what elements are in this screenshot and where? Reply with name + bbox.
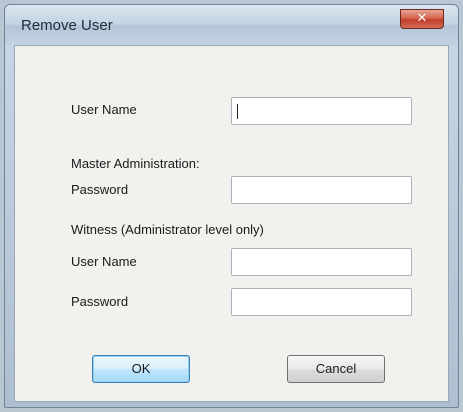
dialog-body: User Name Master Administration: Passwor… [14,45,449,402]
ok-button[interactable]: OK [92,355,190,383]
master-password-input[interactable] [231,176,412,204]
text-caret [237,104,238,119]
remove-user-dialog: Remove User ✕ User Name Master Administr… [4,4,459,408]
witness-password-input[interactable] [231,288,412,316]
window-title: Remove User [21,17,113,34]
user-name-label: User Name [71,102,137,117]
master-password-label: Password [71,182,129,197]
witness-user-name-label: User Name [71,254,137,269]
witness-section-label: Witness (Administrator level only) [71,222,264,237]
master-administration-label: Master Administration: [71,156,200,171]
witness-password-label: Password [71,294,129,309]
cancel-button[interactable]: Cancel [287,355,385,383]
title-bar[interactable]: Remove User ✕ [5,5,458,45]
witness-user-name-input[interactable] [231,248,412,276]
user-name-input[interactable] [231,97,412,125]
close-icon: ✕ [416,11,428,26]
close-button[interactable]: ✕ [400,9,444,29]
